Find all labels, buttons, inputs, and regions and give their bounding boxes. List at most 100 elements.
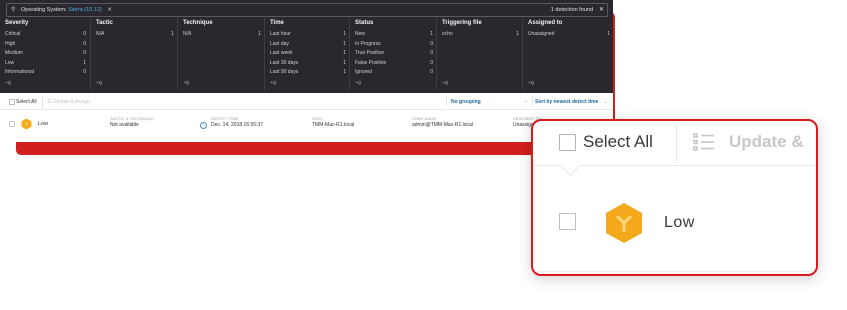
row-checkbox[interactable] bbox=[559, 213, 576, 230]
toolbar-divider bbox=[42, 96, 43, 108]
sort-label: Sort by newest detect time bbox=[535, 99, 599, 105]
filter-option[interactable]: N/A 1 bbox=[96, 31, 174, 39]
filter-option-count: 0 bbox=[83, 31, 86, 37]
filter-option-label: Informational bbox=[5, 69, 34, 76]
add-filter-button[interactable]: +Q bbox=[528, 80, 534, 85]
filter-option-label: True Positive bbox=[355, 50, 384, 57]
filter-column-title: Triggering file bbox=[442, 20, 482, 26]
add-filter-button[interactable]: +Q bbox=[5, 80, 11, 85]
toolbar: Select All ☰ Update & Assign No grouping… bbox=[0, 95, 613, 110]
severity-label: Low bbox=[664, 214, 695, 231]
filter-option-count: 0 bbox=[83, 50, 86, 57]
filter-option[interactable]: Ignored 0 bbox=[355, 69, 433, 77]
select-all-checkbox[interactable] bbox=[559, 134, 576, 151]
filter-option-label: High bbox=[5, 40, 16, 47]
filter-option-count: 0 bbox=[83, 69, 86, 76]
chip-remove-icon[interactable]: ✕ bbox=[107, 7, 112, 13]
filter-option-label: Medium bbox=[5, 50, 23, 57]
table-row[interactable]: Low TACTIC & TECHNIQUE Not available i D… bbox=[0, 112, 613, 142]
table-row[interactable]: Low bbox=[533, 189, 816, 269]
filter-option[interactable]: Last hour 1 bbox=[270, 31, 346, 39]
filter-column-title: Assigned to bbox=[528, 20, 563, 26]
select-all-label[interactable]: Select All bbox=[583, 132, 653, 152]
filter-option[interactable]: Medium 0 bbox=[5, 50, 86, 58]
filter-option[interactable]: Last 90 days 1 bbox=[270, 69, 346, 77]
toolbar-divider bbox=[676, 125, 677, 161]
add-filter-button[interactable]: +Q bbox=[183, 80, 189, 85]
host-field: HOST TMM-Mac-R1.local bbox=[312, 117, 354, 128]
tactic-field: TACTIC & TECHNIQUE Not available bbox=[110, 117, 154, 128]
filter-option-label: Last 90 days bbox=[270, 69, 299, 76]
filter-option[interactable]: Low 1 bbox=[5, 60, 86, 68]
filter-column-title: Status bbox=[355, 20, 374, 26]
sort-select[interactable]: Sort by newest detect time ⌄ bbox=[535, 99, 608, 105]
filter-option-count: 1 bbox=[83, 59, 86, 66]
filter-option[interactable]: False Positive 0 bbox=[355, 60, 433, 68]
info-icon[interactable]: i bbox=[200, 122, 207, 129]
filter-option[interactable]: Last week 1 bbox=[270, 50, 346, 58]
filter-option[interactable]: Critical 0 bbox=[5, 31, 86, 39]
filter-option[interactable]: True Positive 0 bbox=[355, 50, 433, 58]
filter-option[interactable]: Last 30 days 1 bbox=[270, 60, 346, 68]
tactic-field-value: Not available bbox=[110, 122, 139, 128]
update-assign-button[interactable]: ☰ Update & Assign bbox=[47, 99, 90, 105]
filter-column-title: Tactic bbox=[96, 20, 113, 26]
filter-option[interactable]: Last day 1 bbox=[270, 41, 346, 49]
list-icon bbox=[693, 133, 714, 151]
row-checkbox[interactable] bbox=[9, 121, 15, 127]
close-icon[interactable]: ✕ bbox=[599, 6, 604, 13]
filter-option-count: 1 bbox=[343, 69, 346, 76]
filter-option-count: 1 bbox=[171, 31, 174, 37]
filter-option-label: Last week bbox=[270, 50, 293, 57]
filter-option-count: 1 bbox=[430, 31, 433, 37]
severity-low-icon bbox=[21, 118, 32, 130]
filter-option[interactable]: echo 1 bbox=[442, 31, 519, 39]
chevron-down-icon: ⌄ bbox=[523, 98, 528, 104]
filter-column: Technique N/A 1 +Q bbox=[177, 18, 265, 90]
filter-option-label: N/A bbox=[96, 31, 105, 37]
filter-option[interactable]: New 1 bbox=[355, 31, 433, 39]
filter-option-label: N/A bbox=[183, 31, 192, 37]
row-divider bbox=[533, 271, 816, 272]
filter-option-label: Last day bbox=[270, 40, 289, 47]
filter-option[interactable]: Unassigned 1 bbox=[528, 31, 610, 39]
filter-option-count: 1 bbox=[343, 50, 346, 57]
update-assign-label: Update & Assign bbox=[52, 99, 90, 105]
search-icon: ⚲ bbox=[11, 7, 16, 13]
filter-option[interactable]: Informational 0 bbox=[5, 69, 86, 77]
user-value: admin@TMM-Mac-R1.local bbox=[412, 122, 473, 128]
select-all-label[interactable]: Select All bbox=[16, 99, 37, 105]
user-label: USER NAME bbox=[412, 117, 437, 121]
add-filter-button[interactable]: +Q bbox=[96, 80, 102, 85]
search-bar[interactable]: ⚲ Operating System: Sierra (10.12) ✕ 1 d… bbox=[6, 3, 608, 17]
filter-option-count: 0 bbox=[83, 40, 86, 47]
filter-option-count: 0 bbox=[430, 40, 433, 47]
result-count: 1 detection found bbox=[550, 7, 593, 13]
filter-option-count: 1 bbox=[343, 31, 346, 37]
filter-option-count: 1 bbox=[258, 31, 261, 37]
filter-column: Time Last hour 1 Last day 1 Last week 1 Last 30… bbox=[264, 18, 350, 90]
grouping-select[interactable]: No grouping ⌄ bbox=[446, 96, 533, 106]
filter-option-label: Critical bbox=[5, 31, 21, 37]
filter-column-title: Technique bbox=[183, 20, 213, 26]
filter-option[interactable]: High 0 bbox=[5, 41, 86, 49]
filter-option[interactable]: In Progress 0 bbox=[355, 41, 433, 49]
severity-label: Low bbox=[38, 121, 49, 127]
detect-time-label: DETECT TIME bbox=[211, 117, 239, 121]
user-field: USER NAME admin@TMM-Mac-R1.local bbox=[412, 117, 473, 128]
add-filter-button[interactable]: +Q bbox=[442, 80, 448, 85]
filter-option-label: New bbox=[355, 31, 366, 37]
select-all-checkbox[interactable] bbox=[9, 99, 15, 105]
add-filter-button[interactable]: +Q bbox=[355, 80, 361, 85]
filter-option-label: Low bbox=[5, 59, 15, 66]
filter-column: Triggering file echo 1 +Q bbox=[436, 18, 523, 90]
filter-option-label: In Progress bbox=[355, 40, 381, 47]
severity-low-icon bbox=[606, 203, 642, 243]
filter-option-count: 1 bbox=[343, 40, 346, 47]
filter-option-label: Last 30 days bbox=[270, 59, 299, 66]
filter-option[interactable]: N/A 1 bbox=[183, 31, 261, 39]
update-assign-button[interactable]: Update & bbox=[729, 132, 804, 152]
filter-option-count: 1 bbox=[343, 59, 346, 66]
add-filter-button[interactable]: +Q bbox=[270, 80, 276, 85]
filter-chip[interactable]: Operating System: Sierra (10.12) ✕ bbox=[21, 7, 112, 13]
